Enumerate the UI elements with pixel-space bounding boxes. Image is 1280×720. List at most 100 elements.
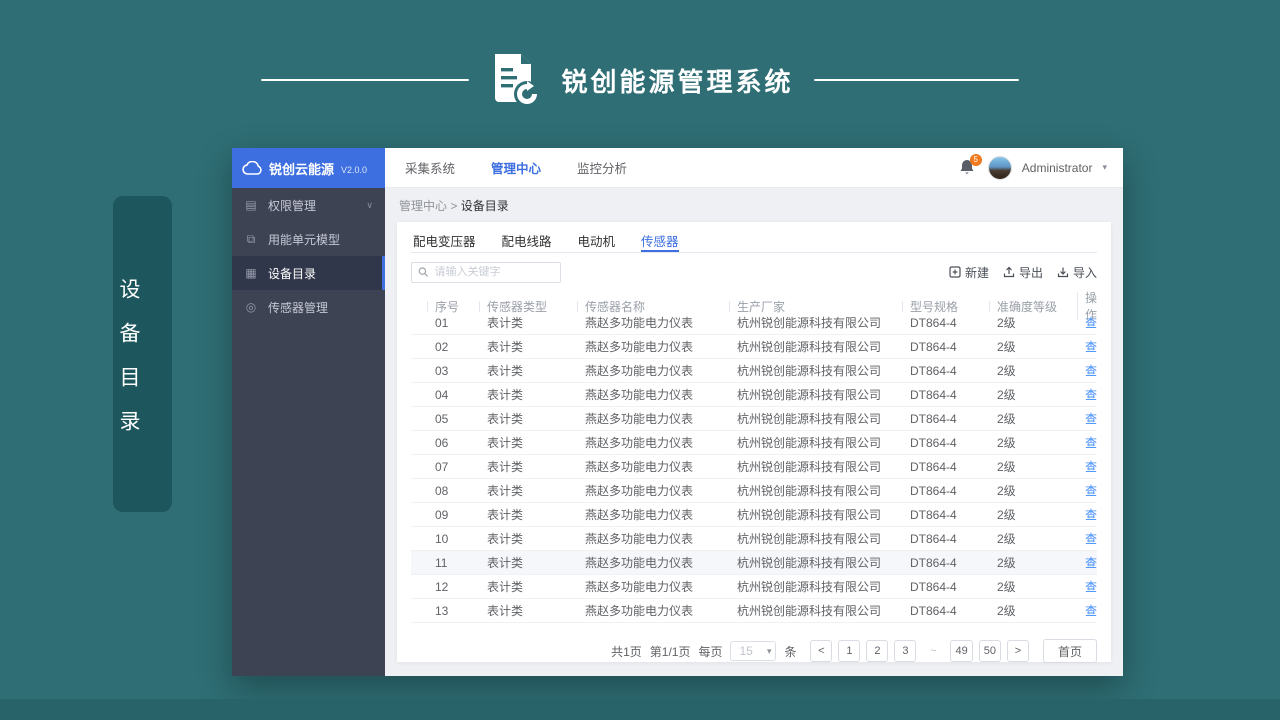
user-menu-caret-icon[interactable]: ▾: [1102, 162, 1107, 173]
export-button[interactable]: 导出: [1003, 264, 1043, 281]
breadcrumb: 管理中心 > 设备目录: [397, 195, 1111, 222]
table-row: 07 表计类 燕赵多功能电力仪表 杭州锐创能源科技有限公司 DT864-4 2级…: [411, 455, 1097, 479]
cell-model: DT864-4: [910, 531, 957, 546]
sidebar-menu: ▤ 权限管理 ∨ ⧉ 用能单元模型 ▦ 设备目录 ◎ 传感器管理: [232, 188, 385, 324]
prev-page-button[interactable]: <: [810, 640, 833, 662]
cell-sensor-name: 燕赵多功能电力仪表: [585, 388, 694, 402]
device-type-tab[interactable]: 配电变压器: [413, 231, 476, 252]
page-number-button[interactable]: 1: [838, 640, 861, 662]
sidebar-item[interactable]: ◎ 传感器管理: [232, 290, 385, 324]
import-button[interactable]: 导入: [1057, 264, 1097, 281]
cell-model: DT864-4: [910, 579, 957, 594]
notification-bell-icon[interactable]: 5: [958, 153, 982, 178]
avatar[interactable]: [987, 155, 1012, 180]
view-link[interactable]: 查看: [1085, 554, 1097, 571]
brand-name: 锐创云能源: [269, 161, 335, 177]
username: Administrator: [1021, 160, 1093, 175]
cell-index: 05: [435, 411, 449, 426]
page-size-select[interactable]: 15 ▾: [730, 641, 777, 661]
cell-actions: 查看 删除: [1077, 386, 1097, 403]
pager: < 1 2 3 ~ 49 50 >: [810, 640, 1029, 662]
cell-sensor-type: 表计类: [487, 412, 524, 426]
new-button[interactable]: 新建: [949, 264, 989, 281]
view-link[interactable]: 查看: [1085, 530, 1097, 547]
page-size-value: 15: [739, 644, 753, 658]
cell-index: 04: [435, 387, 449, 402]
cell-accuracy-grade: 2级: [997, 436, 1016, 450]
next-page-button[interactable]: >: [1006, 640, 1029, 662]
table-header-row: 序号 传感器类型 传感器名称 生产厂家 型号规格 准确度等级 操作: [411, 289, 1097, 322]
current-page: 第1/1页: [649, 644, 691, 659]
view-link[interactable]: 查看: [1085, 434, 1097, 451]
cell-actions: 查看 删除: [1077, 482, 1097, 499]
cell-manufacturer: 杭州锐创能源科技有限公司: [737, 388, 882, 402]
table-row: 03 表计类 燕赵多功能电力仪表 杭州锐创能源科技有限公司 DT864-4 2级…: [411, 359, 1097, 383]
view-link[interactable]: 查看: [1085, 410, 1097, 427]
sidebar-item[interactable]: ⧉ 用能单元模型: [232, 222, 385, 256]
cell-accuracy-grade: 2级: [997, 316, 1016, 330]
sensor-table: 序号 传感器类型 传感器名称 生产厂家 型号规格 准确度等级 操作 01 表计类…: [411, 289, 1097, 623]
page-number-button[interactable]: 2: [866, 640, 889, 662]
first-page-button[interactable]: 首页: [1042, 639, 1097, 663]
table-row: 06 表计类 燕赵多功能电力仪表 杭州锐创能源科技有限公司 DT864-4 2级…: [411, 431, 1097, 455]
page-number-button[interactable]: ~: [922, 640, 945, 662]
device-type-tab[interactable]: 配电线路: [502, 231, 552, 252]
top-nav-item[interactable]: 采集系统: [405, 158, 455, 177]
cell-actions: 查看 删除: [1077, 434, 1097, 451]
cell-actions: 查看 删除: [1077, 506, 1097, 523]
cell-sensor-name: 燕赵多功能电力仪表: [585, 604, 694, 618]
cell-actions: 查看 删除: [1077, 530, 1097, 547]
device-type-tab[interactable]: 电动机: [578, 231, 616, 252]
cell-manufacturer: 杭州锐创能源科技有限公司: [737, 364, 882, 378]
cell-accuracy-grade: 2级: [997, 556, 1016, 570]
device-type-tab[interactable]: 传感器: [641, 231, 679, 252]
search-icon: [418, 267, 429, 277]
table-header-cell: 序号: [427, 298, 479, 315]
top-nav-item[interactable]: 管理中心: [491, 158, 541, 177]
sidebar-item[interactable]: ▦ 设备目录: [232, 256, 385, 290]
cell-manufacturer: 杭州锐创能源科技有限公司: [737, 340, 882, 354]
cell-sensor-type: 表计类: [487, 556, 524, 570]
cell-manufacturer: 杭州锐创能源科技有限公司: [737, 316, 882, 330]
chevron-down-icon: ∨: [366, 199, 373, 210]
top-nav-item[interactable]: 监控分析: [577, 158, 627, 177]
sidebar-item-icon: ▤: [245, 198, 257, 212]
sidebar-brand: 锐创云能源 V2.0.0: [232, 148, 385, 188]
breadcrumb-current: 设备目录: [460, 199, 509, 213]
cell-sensor-type: 表计类: [487, 508, 524, 522]
view-link[interactable]: 查看: [1085, 578, 1097, 595]
sidebar-item-label: 设备目录: [268, 266, 317, 281]
breadcrumb-parent[interactable]: 管理中心: [399, 199, 447, 213]
table-toolbar: 新建 导出: [411, 255, 1097, 289]
view-link[interactable]: 查看: [1085, 482, 1097, 499]
cell-index: 12: [435, 579, 449, 594]
cell-actions: 查看 删除: [1077, 554, 1097, 571]
cell-sensor-type: 表计类: [487, 388, 524, 402]
view-link[interactable]: 查看: [1085, 506, 1097, 523]
page-number-button[interactable]: 50: [978, 640, 1001, 662]
cell-index: 02: [435, 339, 449, 354]
notification-badge: 5: [969, 153, 982, 166]
cell-index: 08: [435, 483, 449, 498]
table-row: 08 表计类 燕赵多功能电力仪表 杭州锐创能源科技有限公司 DT864-4 2级…: [411, 479, 1097, 503]
sidebar-item[interactable]: ▤ 权限管理 ∨: [232, 188, 385, 222]
page-number-button[interactable]: 49: [950, 640, 973, 662]
table-row: 01 表计类 燕赵多功能电力仪表 杭州锐创能源科技有限公司 DT864-4 2级…: [411, 311, 1097, 335]
cell-actions: 查看 删除: [1077, 362, 1097, 379]
view-link[interactable]: 查看: [1085, 602, 1097, 619]
banner-line-right: [813, 79, 1019, 81]
view-link[interactable]: 查看: [1085, 362, 1097, 379]
pagination-summary: 共1页 第1/1页 每页 15 ▾ 条: [611, 641, 796, 661]
view-link[interactable]: 查看: [1085, 458, 1097, 475]
page-number-button[interactable]: 3: [894, 640, 917, 662]
cell-sensor-name: 燕赵多功能电力仪表: [585, 580, 694, 594]
cell-actions: 查看 删除: [1077, 602, 1097, 619]
search-input[interactable]: [434, 266, 554, 278]
cell-sensor-type: 表计类: [487, 340, 524, 354]
view-link[interactable]: 查看: [1085, 386, 1097, 403]
cell-sensor-name: 燕赵多功能电力仪表: [585, 508, 694, 522]
view-link[interactable]: 查看: [1085, 338, 1097, 355]
page-banner: 锐创能源管理系统: [0, 52, 1280, 108]
table-header-cell: 型号规格: [902, 298, 989, 315]
cell-sensor-name: 燕赵多功能电力仪表: [585, 532, 694, 546]
